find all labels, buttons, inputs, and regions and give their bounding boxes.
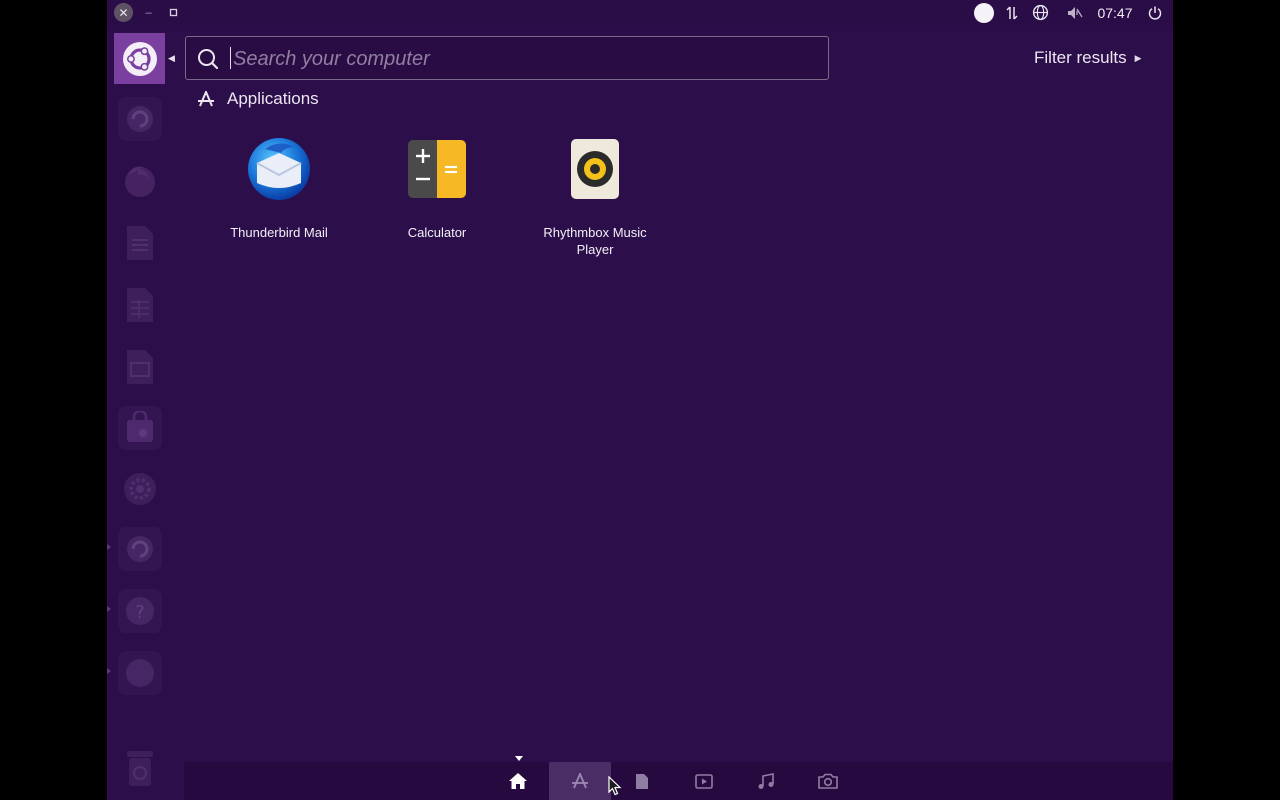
launcher-item-app-center[interactable] bbox=[118, 406, 162, 450]
filter-results-label: Filter results bbox=[1034, 48, 1127, 67]
launcher-item-trash[interactable] bbox=[118, 747, 162, 791]
lens-photos[interactable] bbox=[797, 762, 859, 800]
svg-text:?: ? bbox=[135, 602, 145, 623]
search-input[interactable] bbox=[231, 41, 815, 77]
launcher-item-writer[interactable] bbox=[118, 221, 162, 265]
lens-music[interactable] bbox=[735, 762, 797, 800]
window-close-button[interactable]: ✕ bbox=[114, 3, 133, 22]
app-label: Rhythmbox Music Player bbox=[543, 225, 647, 257]
active-lens-marker bbox=[515, 756, 523, 761]
software-updater-icon bbox=[127, 106, 153, 132]
launcher-item-help[interactable]: ? bbox=[118, 589, 162, 633]
dash-button[interactable] bbox=[114, 33, 165, 84]
file-icon bbox=[636, 773, 648, 789]
top-panel: ✕ – 07:47 bbox=[107, 0, 1173, 25]
running-indicator bbox=[107, 606, 111, 612]
app-tile-rhythmbox[interactable]: Rhythmbox Music Player bbox=[530, 134, 660, 264]
lens-applications[interactable] bbox=[549, 762, 611, 800]
camera-icon bbox=[818, 773, 838, 789]
home-icon bbox=[509, 773, 527, 789]
thunderbird-icon bbox=[244, 134, 314, 204]
video-icon bbox=[695, 773, 713, 789]
category-label: Applications bbox=[227, 89, 319, 108]
rhythmbox-icon bbox=[560, 134, 630, 204]
launcher-item-impress[interactable] bbox=[118, 345, 162, 389]
ubuntu-logo-icon bbox=[122, 41, 157, 76]
launcher-item-software-updater[interactable] bbox=[118, 97, 162, 141]
lens-video[interactable] bbox=[673, 762, 735, 800]
app-icon bbox=[126, 659, 154, 687]
app-tile-calculator[interactable]: Calculator bbox=[372, 134, 502, 264]
running-indicator bbox=[107, 544, 111, 550]
dash-open-indicator: ◀ bbox=[168, 53, 175, 63]
volume-muted-icon[interactable] bbox=[1064, 0, 1084, 25]
window-minimize-button[interactable]: – bbox=[139, 3, 158, 22]
network-icon[interactable] bbox=[1002, 0, 1022, 25]
triangle-right-icon: ▶ bbox=[1134, 52, 1142, 63]
globe-icon[interactable] bbox=[1030, 0, 1050, 25]
music-icon bbox=[758, 772, 774, 789]
app-center-icon bbox=[127, 411, 153, 442]
lens-home[interactable] bbox=[487, 762, 549, 800]
lens-bar bbox=[184, 756, 1173, 800]
calc-icon bbox=[127, 288, 153, 322]
updater-icon bbox=[127, 536, 153, 562]
app-label: Thunderbird Mail bbox=[230, 225, 328, 240]
applications-icon bbox=[198, 91, 214, 107]
search-box[interactable] bbox=[185, 36, 829, 80]
indicator-dot-icon[interactable] bbox=[973, 0, 995, 25]
search-icon bbox=[198, 49, 219, 70]
launcher-item-app[interactable] bbox=[118, 651, 162, 695]
writer-icon bbox=[127, 226, 153, 260]
impress-icon bbox=[127, 350, 153, 384]
launcher-item-calc[interactable] bbox=[118, 283, 162, 327]
mouse-cursor-icon bbox=[608, 776, 622, 796]
power-icon[interactable] bbox=[1145, 0, 1165, 25]
settings-icon bbox=[124, 473, 156, 505]
calculator-icon bbox=[402, 134, 472, 204]
restore-icon bbox=[169, 8, 178, 17]
filter-results-button[interactable]: Filter results ▶ bbox=[1034, 47, 1142, 69]
screen: ✕ – 07:47 ◀ ? Search your computer Filte… bbox=[107, 0, 1173, 800]
clock[interactable]: 07:47 bbox=[1092, 0, 1138, 25]
launcher-item-settings[interactable] bbox=[118, 467, 162, 511]
running-indicator bbox=[107, 668, 111, 674]
applications-icon bbox=[572, 773, 588, 789]
help-icon: ? bbox=[126, 597, 154, 625]
category-header-applications[interactable]: Applications bbox=[197, 88, 319, 110]
launcher-item-updater[interactable] bbox=[118, 527, 162, 571]
window-restore-button[interactable] bbox=[164, 3, 183, 22]
app-label: Calculator bbox=[407, 225, 467, 240]
launcher: ◀ ? bbox=[107, 25, 175, 800]
launcher-item-firefox[interactable] bbox=[118, 159, 162, 203]
trash-icon bbox=[127, 751, 153, 786]
firefox-icon bbox=[125, 166, 155, 197]
app-tile-thunderbird[interactable]: Thunderbird Mail bbox=[214, 134, 344, 264]
